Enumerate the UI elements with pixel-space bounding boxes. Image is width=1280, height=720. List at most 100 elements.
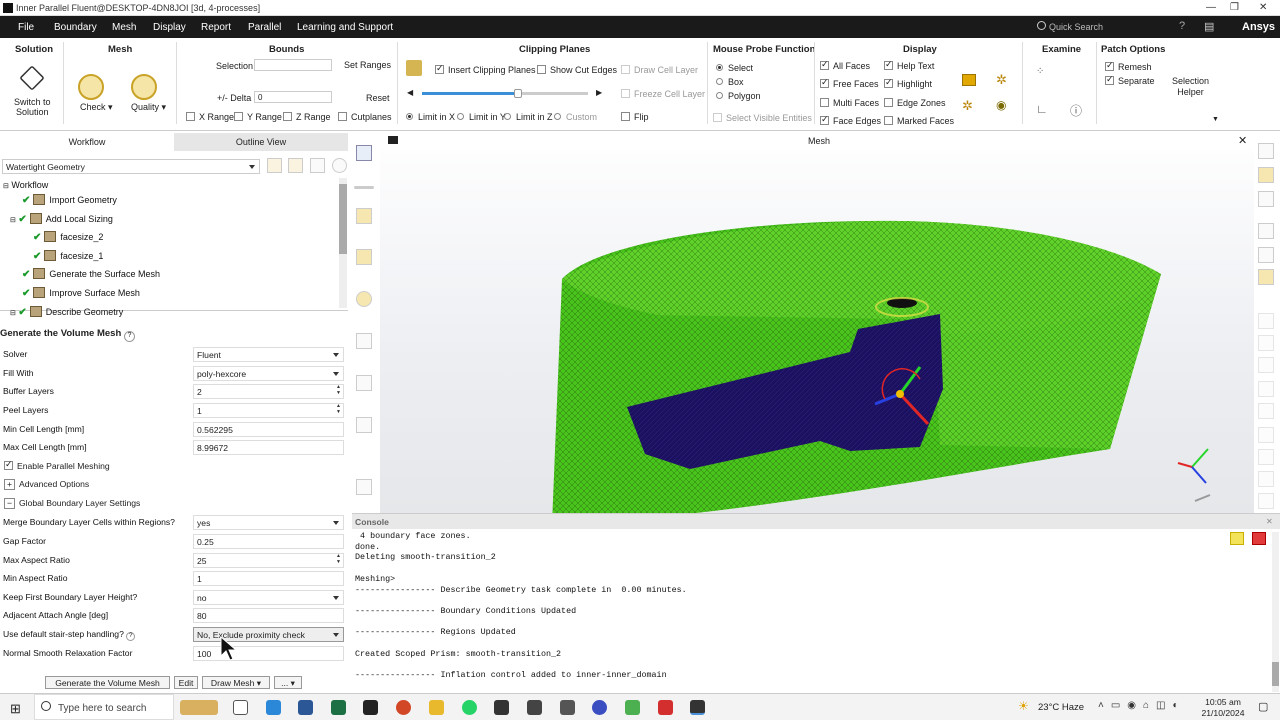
solver-select[interactable]: Fluent <box>193 347 344 362</box>
tree-item-facesize-1[interactable]: ✔ facesize_1 <box>33 250 103 262</box>
custom-radio[interactable]: Custom <box>554 112 597 122</box>
notifications-icon[interactable]: ▢ <box>1258 700 1268 713</box>
view-rotate-icon[interactable] <box>1258 313 1274 329</box>
display-settings-icon[interactable]: ✲ <box>962 98 973 114</box>
menu-boundary[interactable]: Boundary <box>54 22 97 33</box>
browser-icon[interactable] <box>592 700 607 715</box>
layers-icon[interactable] <box>356 249 372 265</box>
highlight-checkbox[interactable]: Highlight <box>884 77 932 89</box>
limit-z-radio[interactable]: Limit in Z <box>504 112 553 122</box>
graphics-viewport[interactable]: Mesh ✕ <box>380 131 1254 513</box>
check-button[interactable]: Check ▾ <box>80 102 113 113</box>
view-measure-icon[interactable] <box>1258 403 1274 419</box>
info-icon[interactable]: ? <box>126 632 136 641</box>
view-light-icon[interactable] <box>1258 449 1274 465</box>
task-help-icon[interactable]: ? <box>123 331 135 342</box>
slider-right-arrow[interactable]: ▶ <box>596 88 602 97</box>
workflow-save-icon[interactable] <box>288 158 303 173</box>
select-visible-checkbox[interactable]: Select Visible Entities <box>713 113 812 123</box>
weather-widget-icon[interactable] <box>180 700 218 715</box>
keep-first-bl-select[interactable]: no <box>193 590 344 605</box>
tree-item-describe-geometry[interactable]: ⊟ ✔ Describe Geometry <box>10 306 123 318</box>
tree-item-improve-surface-mesh[interactable]: ✔ Improve Surface Mesh <box>22 287 140 299</box>
view-pen-icon[interactable] <box>1258 269 1274 285</box>
console-scrollbar[interactable] <box>1272 532 1279 692</box>
system-tray-icons[interactable]: ˄▭◉⌂◫◐ <box>1098 700 1186 711</box>
x-range-checkbox[interactable]: X Range <box>186 112 234 122</box>
insert-clipping-checkbox[interactable]: Insert Clipping Planes <box>435 63 536 75</box>
free-faces-checkbox[interactable]: Free Faces <box>820 77 879 89</box>
examine-angle-icon[interactable]: ∟ <box>1036 102 1048 116</box>
clipping-slider[interactable] <box>422 89 588 98</box>
tree-item-add-local-sizing[interactable]: ⊟ ✔ Add Local Sizing <box>10 213 113 225</box>
excel-icon[interactable] <box>331 700 346 715</box>
clock-date[interactable]: 21/10/2024 <box>1201 708 1245 718</box>
max-aspect-stepper[interactable]: 25 <box>193 553 344 568</box>
terminal-icon[interactable] <box>363 700 378 715</box>
undo-icon[interactable] <box>356 417 372 433</box>
ansys-wb-icon[interactable] <box>527 700 542 715</box>
task-view-icon[interactable] <box>233 700 248 715</box>
display-folder-icon[interactable] <box>962 74 976 86</box>
view-pan-icon[interactable] <box>1258 335 1274 351</box>
advanced-options-toggle[interactable]: + Advanced Options <box>4 479 89 490</box>
delta-input[interactable]: 0 <box>254 91 332 103</box>
mesh-render[interactable] <box>380 149 1254 513</box>
selection-input[interactable] <box>254 59 332 71</box>
taskbar-search-input[interactable]: Type here to search <box>34 694 174 720</box>
merge-bl-select[interactable]: yes <box>193 515 344 530</box>
view-target-icon[interactable] <box>1258 471 1274 487</box>
camtasia-icon[interactable] <box>625 700 640 715</box>
view-axes-icon[interactable] <box>1258 191 1274 207</box>
buffer-layers-stepper[interactable]: 2 <box>193 384 344 399</box>
tree-scrollbar-thumb[interactable] <box>339 184 347 254</box>
taskbar-app-icon[interactable] <box>266 700 281 715</box>
probe-box-radio[interactable]: Box <box>716 77 744 87</box>
menu-parallel[interactable]: Parallel <box>248 22 281 33</box>
ansys-ic-icon[interactable] <box>494 700 509 715</box>
weather-text[interactable]: 23°C Haze <box>1038 702 1084 713</box>
rotate-icon[interactable] <box>356 291 372 307</box>
view-iso-icon[interactable] <box>1258 167 1274 183</box>
console-scrollbar-thumb[interactable] <box>1272 662 1279 686</box>
tab-outline-view[interactable]: Outline View <box>174 133 348 151</box>
set-ranges-button[interactable]: Set Ranges <box>344 60 391 70</box>
display-light-icon[interactable]: ✲ <box>996 72 1007 88</box>
examine-info-icon[interactable]: ⓘ <box>1070 102 1082 119</box>
gap-factor-input[interactable]: 0.25 <box>193 534 344 549</box>
workflow-open-icon[interactable] <box>267 158 282 173</box>
viewport-close-icon[interactable]: ✕ <box>1238 134 1247 147</box>
remesh-checkbox[interactable]: Remesh <box>1105 60 1152 72</box>
restore-icon[interactable]: ❐ <box>1230 2 1239 13</box>
tree-scrollbar[interactable] <box>339 178 347 308</box>
notes-icon[interactable]: ▤ <box>1204 20 1214 33</box>
menu-file[interactable]: File <box>18 22 34 33</box>
more-button[interactable]: ... ▾ <box>274 676 302 689</box>
tree-item-generate-surface-mesh[interactable]: ✔ Generate the Surface Mesh <box>22 268 160 280</box>
axes-icon[interactable] <box>356 333 372 349</box>
switch-to-solution-button[interactable]: Switch to Solution <box>14 97 51 117</box>
view-box-icon[interactable] <box>1258 381 1274 397</box>
stop-icon[interactable] <box>1252 532 1266 545</box>
tree-item-facesize-2[interactable]: ✔ facesize_2 <box>33 231 103 243</box>
examine-nodes-icon[interactable]: ⁘ <box>1036 66 1044 77</box>
clock-time[interactable]: 10:05 am <box>1203 697 1243 707</box>
workflow-settings-icon[interactable] <box>332 158 347 173</box>
selection-helper-button[interactable]: Selection Helper <box>1172 76 1209 98</box>
view-top-icon[interactable] <box>1258 247 1274 263</box>
edit-button[interactable]: Edit <box>174 676 198 689</box>
workflow-type-select[interactable]: Watertight Geometry <box>2 159 260 174</box>
view-home-icon[interactable] <box>1258 427 1274 443</box>
limit-y-radio[interactable]: Limit in Y <box>457 112 506 122</box>
quality-icon[interactable] <box>131 74 157 100</box>
quality-button[interactable]: Quality ▾ <box>131 102 166 113</box>
fluent-taskbar-icon[interactable] <box>690 700 705 715</box>
stair-step-select[interactable]: No, Exclude proximity check <box>193 627 344 642</box>
global-bl-toggle[interactable]: − Global Boundary Layer Settings <box>4 498 140 509</box>
view-front-icon[interactable] <box>1258 223 1274 239</box>
reset-button[interactable]: Reset <box>366 93 390 103</box>
help-text-checkbox[interactable]: Help Text <box>884 59 934 71</box>
tab-workflow[interactable]: Workflow <box>0 133 174 151</box>
freeze-cell-layer-checkbox[interactable]: Freeze Cell Layer <box>621 89 705 99</box>
view-settings-icon[interactable] <box>1258 493 1274 509</box>
